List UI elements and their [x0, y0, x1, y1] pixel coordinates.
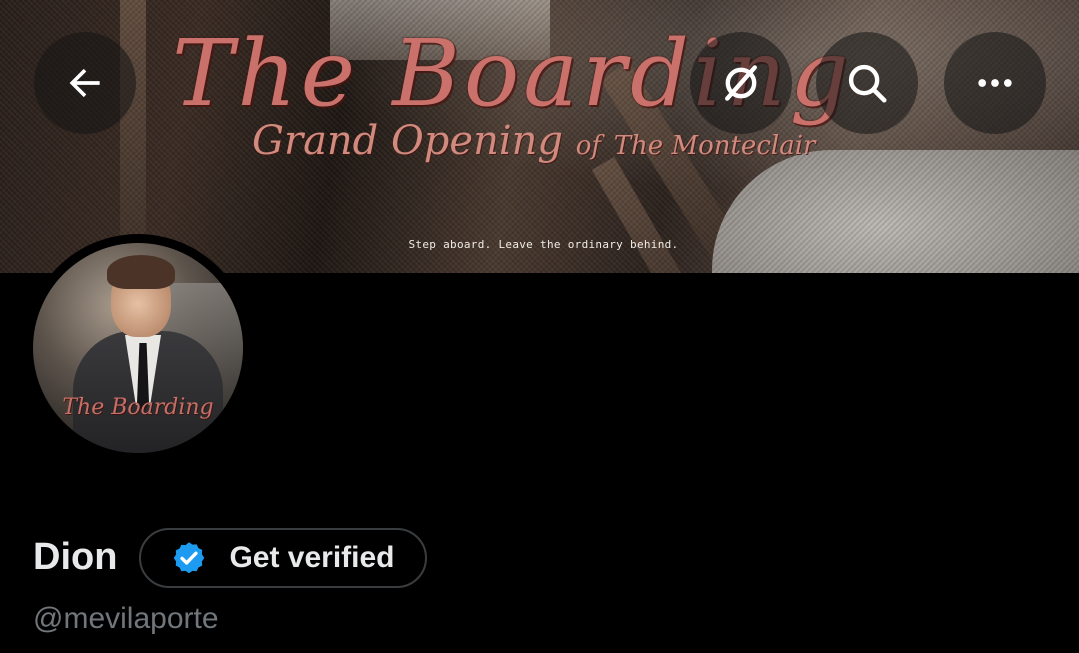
- name-row: Dion Get verified: [33, 526, 427, 589]
- user-handle: @mevilaporte: [33, 602, 219, 635]
- search-button[interactable]: [816, 32, 918, 134]
- get-verified-label: Get verified: [229, 540, 395, 574]
- profile-banner[interactable]: The Boarding Grand Opening of The Montec…: [0, 0, 1079, 273]
- verified-badge-icon: [174, 541, 205, 573]
- more-horizontal-icon: [978, 79, 1012, 87]
- display-name: Dion: [33, 536, 118, 578]
- banner-subtitle-of: of: [575, 131, 601, 161]
- back-button[interactable]: [34, 32, 136, 134]
- avatar-hair: [107, 255, 175, 289]
- grok-button[interactable]: [690, 32, 792, 134]
- avatar[interactable]: The Boarding: [33, 243, 243, 453]
- profile-page: The Boarding Grand Opening of The Montec…: [0, 0, 1079, 653]
- more-options-button[interactable]: [944, 32, 1046, 134]
- grok-icon: [725, 65, 757, 101]
- banner-subtitle-rest: The Monteclair: [613, 131, 816, 161]
- get-verified-button[interactable]: Get verified: [139, 527, 427, 588]
- banner-subtitle-main: Grand Opening: [252, 118, 563, 164]
- avatar-script: The Boarding: [62, 395, 214, 420]
- arrow-left-icon: [69, 68, 100, 98]
- search-icon: [848, 64, 887, 103]
